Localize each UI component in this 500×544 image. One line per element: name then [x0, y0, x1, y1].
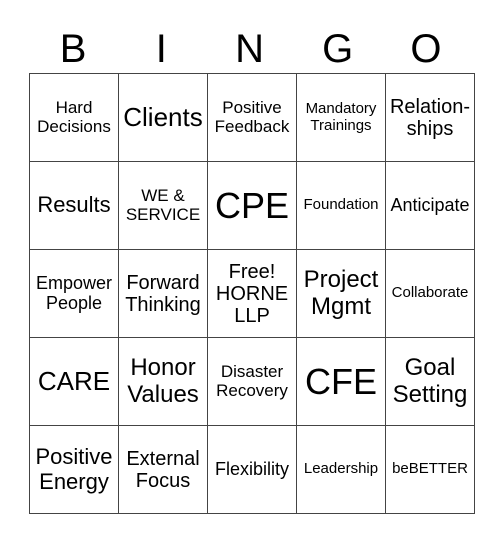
bingo-free-space[interactable]: Free! HORNE LLP	[207, 249, 297, 338]
bingo-cell[interactable]: Goal Setting	[385, 337, 475, 426]
header-letter-b: B	[59, 27, 87, 71]
bingo-cell[interactable]: Leadership	[296, 425, 386, 514]
bingo-cell[interactable]: Flexibility	[207, 425, 297, 514]
bingo-cell[interactable]: Empower People	[29, 249, 119, 338]
bingo-cell[interactable]: WE & SERVICE	[118, 161, 208, 250]
bingo-cell[interactable]: Positive Feedback	[207, 73, 297, 162]
bingo-cell[interactable]: Forward Thinking	[118, 249, 208, 338]
bingo-cell[interactable]: Positive Energy	[29, 425, 119, 514]
bingo-cell[interactable]: External Focus	[118, 425, 208, 514]
bingo-cell[interactable]: Anticipate	[385, 161, 475, 250]
bingo-cell[interactable]: Mandatory Trainings	[296, 73, 386, 162]
bingo-header: B I N G O	[29, 26, 470, 72]
bingo-cell[interactable]: Honor Values	[118, 337, 208, 426]
grid-row: Results WE & SERVICE CPE Foundation Anti…	[29, 161, 475, 250]
bingo-cell[interactable]: Results	[29, 161, 119, 250]
grid-row: CARE Honor Values Disaster Recovery CFE …	[29, 337, 475, 426]
bingo-cell[interactable]: Foundation	[296, 161, 386, 250]
bingo-cell[interactable]: CPE	[207, 161, 297, 250]
grid-row: Positive Energy External Focus Flexibili…	[29, 425, 475, 514]
bingo-cell[interactable]: CFE	[296, 337, 386, 426]
bingo-cell[interactable]: CARE	[29, 337, 119, 426]
header-letter-g: G	[322, 27, 354, 71]
grid-row: Hard Decisions Clients Positive Feedback…	[29, 73, 475, 162]
bingo-grid: Hard Decisions Clients Positive Feedback…	[29, 73, 475, 514]
bingo-cell[interactable]: Clients	[118, 73, 208, 162]
bingo-cell[interactable]: Disaster Recovery	[207, 337, 297, 426]
bingo-cell[interactable]: Relation-ships	[385, 73, 475, 162]
grid-row: Empower People Forward Thinking Free! HO…	[29, 249, 475, 338]
header-letter-n: N	[235, 27, 264, 71]
bingo-cell[interactable]: beBETTER	[385, 425, 475, 514]
header-letter-o: O	[410, 27, 442, 71]
bingo-cell[interactable]: Collaborate	[385, 249, 475, 338]
header-letter-i: I	[155, 27, 167, 71]
bingo-cell[interactable]: Project Mgmt	[296, 249, 386, 338]
bingo-cell[interactable]: Hard Decisions	[29, 73, 119, 162]
